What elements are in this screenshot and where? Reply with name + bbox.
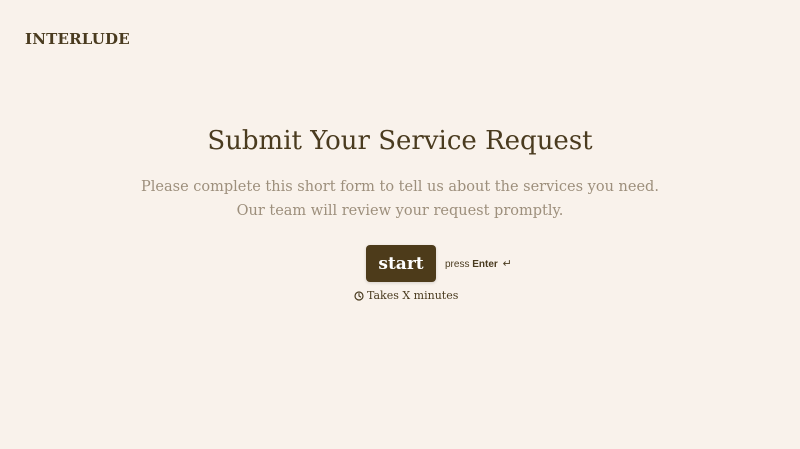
brand-logo: INTERLUDE (25, 30, 130, 48)
time-estimate-label: Takes X minutes (367, 289, 459, 302)
welcome-screen: INTERLUDE Submit Your Service Request Pl… (0, 0, 800, 449)
start-button[interactable]: start (366, 245, 436, 282)
keyboard-hint: press Enter ↵ (445, 257, 512, 270)
page-description: Please complete this short form to tell … (141, 179, 659, 219)
page-title: Submit Your Service Request (207, 126, 593, 156)
keyboard-hint-key: Enter (472, 259, 498, 270)
time-estimate: Takes X minutes (354, 289, 458, 302)
clock-icon (354, 290, 364, 301)
keyboard-hint-prefix: press (445, 259, 470, 270)
enter-key-icon: ↵ (502, 258, 512, 270)
